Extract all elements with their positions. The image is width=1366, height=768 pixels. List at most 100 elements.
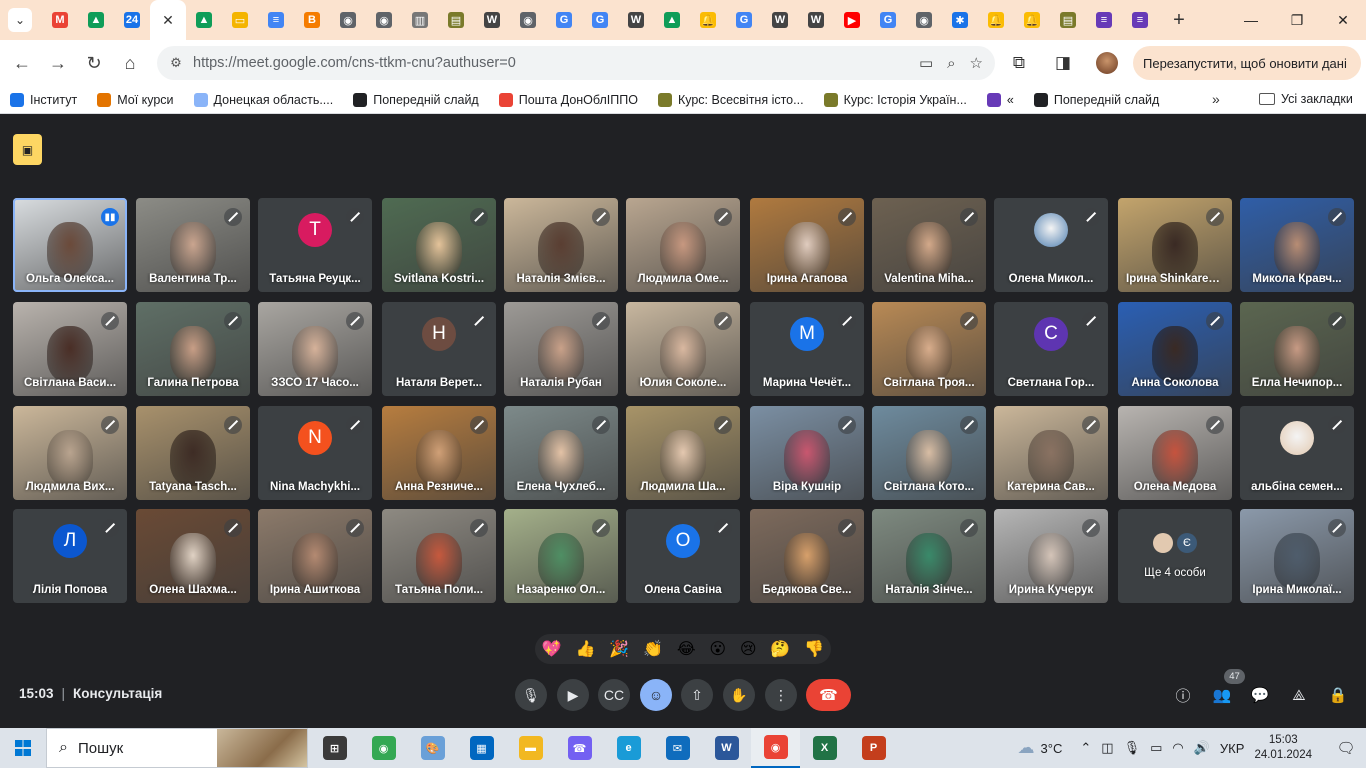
browser-tab[interactable]: ≡ (1122, 0, 1158, 40)
browser-tab[interactable]: M (42, 0, 78, 40)
browser-tab[interactable]: ▭ (222, 0, 258, 40)
participant-tile[interactable]: Юлия Соколе... (626, 302, 740, 396)
minimize-icon[interactable]: — (1228, 0, 1274, 40)
address-bar[interactable]: ⚙ https://meet.google.com/cns-ttkm-cnu?a… (157, 46, 995, 80)
participant-tile[interactable]: М Марина Чечёт... (750, 302, 864, 396)
taskbar-app-explorer[interactable]: ▬ (506, 728, 555, 768)
browser-tab[interactable]: G (726, 0, 762, 40)
more-participants-tile[interactable]: Є Ще 4 особи (1118, 509, 1232, 603)
taskbar-app-powerpoint[interactable]: P (849, 728, 898, 768)
reaction-emoji-button[interactable]: 🤔 (770, 639, 790, 659)
side-panel-icon[interactable]: ◨ (1050, 48, 1076, 78)
bookmark-item[interactable]: Курс: Історія Україн... (823, 92, 967, 107)
participant-tile[interactable]: Олена Медова (1118, 406, 1232, 500)
close-window-icon[interactable]: ✕ (1320, 0, 1366, 40)
participant-tile[interactable]: Світлана Васи... (13, 302, 127, 396)
browser-tab[interactable]: G (582, 0, 618, 40)
participant-tile[interactable]: Анна Резниче... (382, 406, 496, 500)
taskbar-app-store[interactable]: ▦ (457, 728, 506, 768)
participant-tile[interactable]: Бедякова Све... (750, 509, 864, 603)
tab-search-dropdown-icon[interactable]: ⌄ (8, 8, 32, 32)
browser-tab[interactable]: ▲ (654, 0, 690, 40)
meet-tray-icon[interactable]: ◫ (1101, 740, 1113, 756)
participant-tile[interactable]: Татьяна Поли... (382, 509, 496, 603)
browser-tab[interactable]: ◉ (330, 0, 366, 40)
raise-hand-button[interactable]: ✋ (723, 679, 755, 711)
volume-icon[interactable]: 🔊 (1194, 740, 1210, 756)
browser-tab[interactable]: ▶ (834, 0, 870, 40)
participant-tile[interactable]: Л Лілія Попова (13, 509, 127, 603)
browser-tab[interactable]: ≡ (1086, 0, 1122, 40)
participant-tile[interactable]: Т Татьяна Реуцк... (258, 198, 372, 292)
participant-tile[interactable]: ЗЗСО 17 Часо... (258, 302, 372, 396)
bookmark-item[interactable]: Пошта ДонОблІППО (498, 92, 638, 107)
close-tab-icon[interactable]: ✕ (162, 12, 174, 29)
participant-tile[interactable]: ▮▮ Ольга Олекса... (13, 198, 127, 292)
chat-icon[interactable]: 💬 (1248, 683, 1272, 707)
activities-icon[interactable]: ⟁ (1287, 683, 1311, 707)
people-icon[interactable]: 👥 (1210, 683, 1234, 707)
reaction-emoji-button[interactable]: 👎 (804, 639, 824, 659)
participant-tile[interactable]: С Светлана Гор... (994, 302, 1108, 396)
maximize-icon[interactable]: ❐ (1274, 0, 1320, 40)
present-screen-button[interactable]: ⇧ (681, 679, 713, 711)
camera-off-indicator-icon[interactable]: ▣ (13, 134, 42, 165)
leave-call-button[interactable]: ☎ (806, 679, 851, 711)
participant-tile[interactable]: Н Наталя Верет... (382, 302, 496, 396)
participant-tile[interactable]: Людмила Ша... (626, 406, 740, 500)
participant-tile[interactable]: Валентина Тр... (136, 198, 250, 292)
participant-tile[interactable]: Світлана Троя... (872, 302, 986, 396)
browser-tab[interactable]: 🔔 (978, 0, 1014, 40)
bookmarks-overflow-icon[interactable]: » (1212, 91, 1220, 107)
participant-tile[interactable]: Tatyana Tasch... (136, 406, 250, 500)
active-tab[interactable]: ✕ (150, 0, 186, 40)
browser-tab[interactable]: B (294, 0, 330, 40)
bookmark-item[interactable]: Попередній слайд (353, 92, 479, 107)
reload-icon[interactable]: ↻ (76, 45, 112, 81)
participant-tile[interactable]: Галина Петрова (136, 302, 250, 396)
taskbar-app-paint[interactable]: 🎨 (408, 728, 457, 768)
microphone-tray-icon[interactable]: 🎙 (1124, 740, 1141, 756)
browser-tab[interactable]: ◉ (906, 0, 942, 40)
taskbar-app-task-view[interactable]: ⊞ (310, 728, 359, 768)
participant-tile[interactable]: Людмила Оме... (626, 198, 740, 292)
participant-tile[interactable]: Анна Соколова (1118, 302, 1232, 396)
browser-tab[interactable]: W (618, 0, 654, 40)
bookmark-item[interactable]: Мої курси (97, 92, 174, 107)
camera-button[interactable]: ▶ (557, 679, 589, 711)
participant-tile[interactable]: Назаренко Ол... (504, 509, 618, 603)
participant-tile[interactable]: альбіна семен... (1240, 406, 1354, 500)
weather-widget[interactable]: ☁ 3°C (1018, 738, 1063, 758)
reaction-emoji-button[interactable]: 😢 (740, 639, 757, 659)
participant-tile[interactable]: Наталія Рубан (504, 302, 618, 396)
taskbar-app-edge[interactable]: e (604, 728, 653, 768)
bookmark-item[interactable]: « (986, 92, 1014, 107)
participant-tile[interactable]: Наталія Зінче... (872, 509, 986, 603)
new-tab-button[interactable]: + (1164, 9, 1194, 32)
participant-tile[interactable]: Ирина Кучерук (994, 509, 1108, 603)
browser-tab[interactable]: ▥ (402, 0, 438, 40)
participant-tile[interactable]: Олена Шахма... (136, 509, 250, 603)
camera-in-use-icon[interactable]: ▭ (919, 54, 933, 72)
participant-tile[interactable]: Ірина Миколаї... (1240, 509, 1354, 603)
participant-tile[interactable]: N Nina Machykhi... (258, 406, 372, 500)
participant-tile[interactable]: Микола Кравч... (1240, 198, 1354, 292)
participant-tile[interactable]: Svitlana Kostri... (382, 198, 496, 292)
microphone-button[interactable]: 🎙 (515, 679, 547, 711)
wifi-icon[interactable]: ◠ (1172, 740, 1183, 756)
browser-tab[interactable]: G (546, 0, 582, 40)
taskbar-search[interactable]: ⌕ Пошук (46, 728, 308, 768)
participant-tile[interactable]: О Олена Савіна (626, 509, 740, 603)
participant-tile[interactable]: Людмила Вих... (13, 406, 127, 500)
notifications-icon[interactable]: 🗨 (1326, 739, 1366, 757)
more-options-button[interactable]: ⋮ (765, 679, 797, 711)
meeting-details-icon[interactable]: ⓘ (1171, 683, 1195, 707)
zoom-icon[interactable]: ⌕ (947, 55, 955, 72)
clock[interactable]: 15:03 24.01.2024 (1254, 733, 1312, 763)
emoji-reactions-button[interactable]: ☺ (640, 679, 672, 711)
reaction-emoji-button[interactable]: 🎉 (609, 639, 629, 659)
all-bookmarks-button[interactable]: Усі закладки (1259, 92, 1353, 106)
browser-tab[interactable]: W (762, 0, 798, 40)
taskbar-app-chrome[interactable]: ◉ (359, 728, 408, 768)
reaction-emoji-button[interactable]: 😂 (677, 639, 696, 659)
